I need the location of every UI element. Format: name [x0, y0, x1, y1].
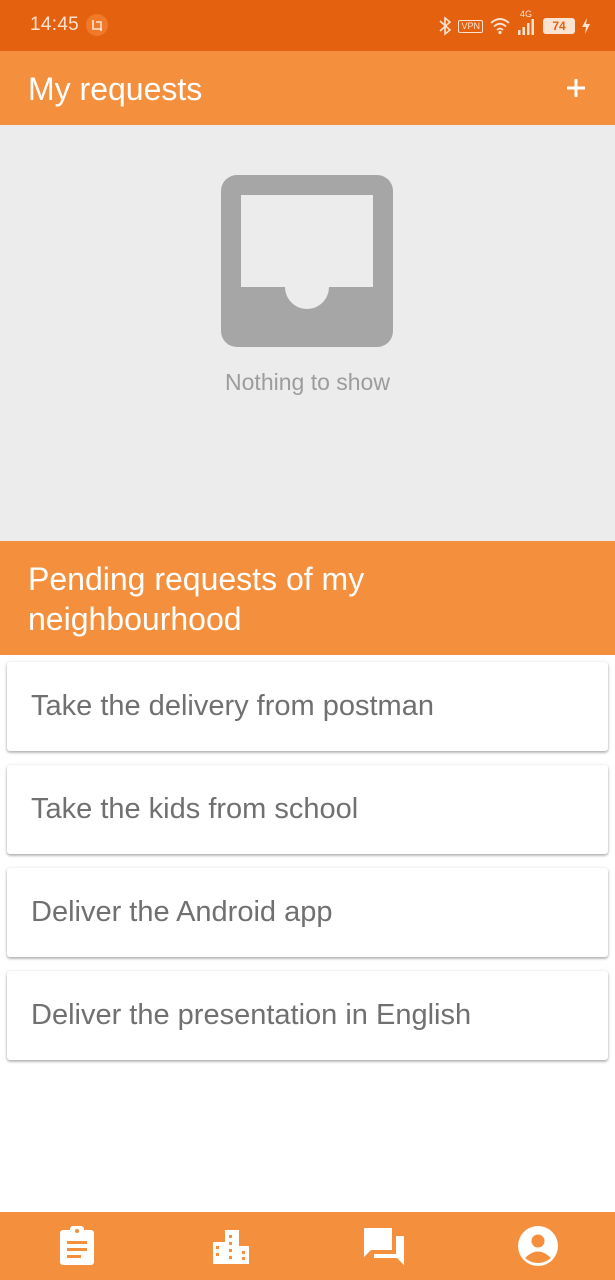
empty-state-text: Nothing to show: [225, 369, 390, 395]
city-icon: [212, 1230, 249, 1264]
request-card[interactable]: Take the delivery from postman: [7, 662, 608, 751]
nav-item-requests[interactable]: [0, 1212, 154, 1280]
bluetooth-icon: [438, 16, 452, 36]
request-card[interactable]: Deliver the Android app: [7, 868, 608, 957]
status-time: 14:45: [30, 14, 80, 35]
pending-requests-header: Pending requests of my neighbourhood: [0, 541, 615, 655]
battery-icon: 74: [543, 18, 575, 34]
account-circle-icon: [518, 1226, 559, 1266]
request-list: Take the delivery from postman Take the …: [7, 662, 608, 1074]
status-bar: 14:45 VPN 4G 74: [0, 0, 615, 51]
screen: 14:45 VPN 4G 74 My requests Nothing to s…: [0, 0, 615, 1280]
inbox-icon: [221, 175, 393, 347]
bottom-nav: [0, 1212, 615, 1280]
request-card[interactable]: Deliver the presentation in English: [7, 971, 608, 1060]
signal-icon: 4G: [517, 9, 537, 36]
page-title: My requests: [28, 71, 203, 107]
notification-icon: [86, 14, 108, 36]
charging-icon: [581, 17, 591, 35]
request-title: Deliver the Android app: [31, 896, 333, 928]
forum-icon: [364, 1228, 405, 1265]
app-bar: My requests: [0, 51, 615, 125]
plus-icon: [567, 79, 585, 97]
wifi-icon: [489, 17, 511, 35]
my-requests-empty-state: Nothing to show: [0, 125, 615, 541]
request-title: Take the delivery from postman: [31, 690, 434, 722]
nav-item-neighbourhood[interactable]: [154, 1212, 308, 1280]
request-card[interactable]: Take the kids from school: [7, 765, 608, 854]
assignment-icon: [59, 1226, 94, 1265]
nav-item-messages[interactable]: [308, 1212, 462, 1280]
add-request-button[interactable]: [551, 63, 601, 113]
request-title: Take the kids from school: [31, 793, 359, 825]
request-title: Deliver the presentation in English: [31, 999, 472, 1031]
vpn-icon: VPN: [458, 19, 483, 33]
nav-item-profile[interactable]: [461, 1212, 615, 1280]
section-title: Pending requests of my neighbourhood: [28, 561, 365, 637]
network-type: 4G: [520, 9, 533, 19]
status-icons: VPN 4G 74: [438, 9, 591, 39]
